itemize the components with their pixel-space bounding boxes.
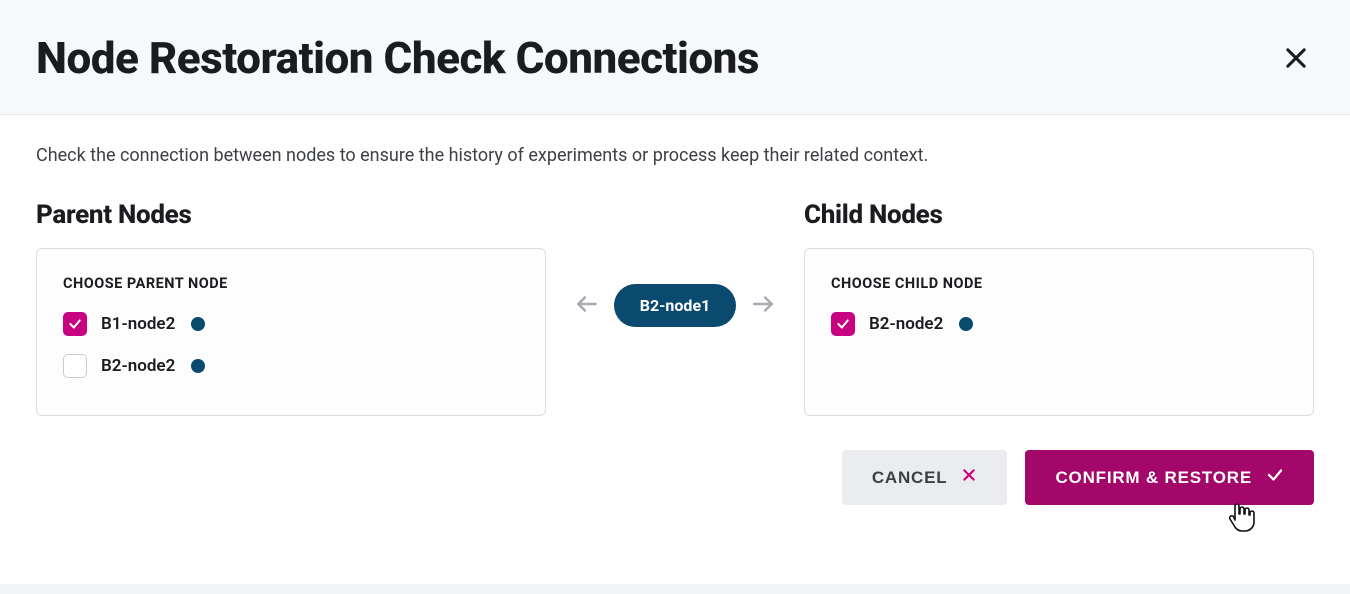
center-column: B2-node1 bbox=[558, 200, 792, 327]
parent-node-checkbox[interactable] bbox=[63, 312, 87, 336]
modal-title: Node Restoration Check Connections bbox=[36, 32, 759, 84]
child-box-label: CHOOSE CHILD NODE bbox=[831, 275, 1287, 292]
cancel-x-icon bbox=[961, 467, 977, 488]
confirm-restore-button[interactable]: CONFIRM & RESTORE bbox=[1025, 450, 1314, 505]
parent-node-checkbox[interactable] bbox=[63, 354, 87, 378]
parent-node-row: B1-node2 bbox=[63, 312, 519, 336]
parent-heading: Parent Nodes bbox=[36, 200, 546, 230]
description-text: Check the connection between nodes to en… bbox=[36, 145, 1314, 166]
parent-node-row: B2-node2 bbox=[63, 354, 519, 378]
columns: Parent Nodes CHOOSE PARENT NODE B1-node2 bbox=[36, 200, 1314, 416]
parent-column: Parent Nodes CHOOSE PARENT NODE B1-node2 bbox=[36, 200, 546, 416]
arrow-left-icon bbox=[574, 291, 600, 321]
confirm-button-label: CONFIRM & RESTORE bbox=[1055, 468, 1252, 488]
child-column: Child Nodes CHOOSE CHILD NODE B2-node2 bbox=[804, 200, 1314, 416]
confirm-check-icon bbox=[1266, 466, 1284, 489]
modal-body: Check the connection between nodes to en… bbox=[0, 115, 1350, 541]
cancel-button-label: CANCEL bbox=[872, 468, 948, 488]
parent-node-label: B1-node2 bbox=[101, 314, 175, 334]
center-group: B2-node1 bbox=[574, 284, 777, 327]
footer-actions: CANCEL CONFIRM & RESTORE bbox=[36, 450, 1314, 505]
child-box: CHOOSE CHILD NODE B2-node2 bbox=[804, 248, 1314, 416]
parent-box-label: CHOOSE PARENT NODE bbox=[63, 275, 519, 292]
child-node-checkbox[interactable] bbox=[831, 312, 855, 336]
center-node-pill: B2-node1 bbox=[614, 284, 737, 327]
modal-node-restoration: Node Restoration Check Connections Check… bbox=[0, 0, 1350, 584]
cancel-button[interactable]: CANCEL bbox=[842, 450, 1008, 505]
parent-box: CHOOSE PARENT NODE B1-node2 B2-node2 bbox=[36, 248, 546, 416]
status-dot-icon bbox=[191, 317, 205, 331]
child-node-label: B2-node2 bbox=[869, 314, 943, 334]
close-icon bbox=[1282, 44, 1310, 72]
parent-node-label: B2-node2 bbox=[101, 356, 175, 376]
child-node-row: B2-node2 bbox=[831, 312, 1287, 336]
modal-header: Node Restoration Check Connections bbox=[0, 0, 1350, 115]
arrow-right-icon bbox=[750, 291, 776, 321]
close-button[interactable] bbox=[1278, 40, 1314, 76]
status-dot-icon bbox=[959, 317, 973, 331]
child-heading: Child Nodes bbox=[804, 200, 1314, 230]
status-dot-icon bbox=[191, 359, 205, 373]
